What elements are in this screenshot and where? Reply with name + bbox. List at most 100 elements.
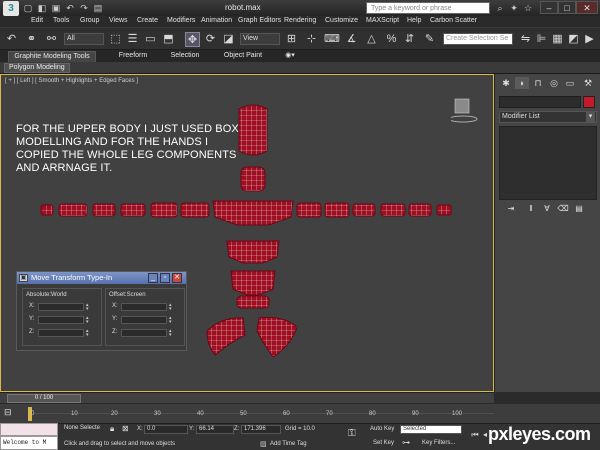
redo-icon[interactable]: ↷ xyxy=(78,2,90,14)
curve-editor-icon[interactable]: ⊟ xyxy=(4,407,18,419)
off-y-spinner[interactable]: ▴ ▾ xyxy=(169,316,175,325)
object-name-field[interactable] xyxy=(499,96,581,108)
abs-z-field[interactable] xyxy=(38,329,84,337)
configure-modifier-sets-icon[interactable]: ▤ xyxy=(573,203,585,214)
pin-stack-icon[interactable]: ⇥ xyxy=(505,203,517,214)
show-end-result-icon[interactable]: ‖ xyxy=(525,203,537,214)
y-coord-field[interactable]: 66.14 xyxy=(196,425,234,434)
select-object-icon[interactable]: ⬚ xyxy=(108,32,123,47)
tab-polygon-modeling[interactable]: Polygon Modeling xyxy=(4,63,70,73)
create-panel-icon[interactable]: ✱ xyxy=(499,77,513,89)
window-crossing-icon[interactable]: ⬒ xyxy=(161,32,176,47)
hierarchy-panel-icon[interactable]: ⊓ xyxy=(531,77,545,89)
selection-filter-dropdown[interactable]: All xyxy=(64,33,104,45)
go-to-start-icon[interactable]: ⏮ xyxy=(470,430,480,440)
track-bar[interactable]: ⊟ xyxy=(0,403,600,423)
off-z-spinner[interactable]: ▴ ▾ xyxy=(169,329,175,338)
off-x-field[interactable] xyxy=(121,303,167,311)
render-setup-icon[interactable]: ◩ xyxy=(566,32,581,47)
menu-rendering[interactable]: Rendering xyxy=(284,17,316,24)
new-file-icon[interactable]: ▢ xyxy=(22,2,34,14)
abs-x-spinner[interactable]: ▴ ▾ xyxy=(86,303,92,312)
menu-customize[interactable]: Customize xyxy=(325,17,358,24)
menu-graph-editors[interactable]: Graph Editors xyxy=(238,17,281,24)
chevron-down-icon[interactable]: ▾ xyxy=(586,112,595,122)
close-button[interactable]: ✕ xyxy=(576,1,598,14)
select-scale-icon[interactable]: ◪ xyxy=(221,32,236,47)
app-logo-button[interactable]: 3 xyxy=(3,1,19,16)
named-selection-dropdown[interactable]: Create Selection Se xyxy=(443,33,513,45)
time-tag-icon[interactable]: ▨ xyxy=(260,440,267,448)
unlink-icon[interactable]: ⚯ xyxy=(44,32,59,47)
ribbon-options-icon[interactable]: ◉▾ xyxy=(282,51,298,62)
display-panel-icon[interactable]: ▭ xyxy=(563,77,577,89)
manipulate-icon[interactable]: ⊹ xyxy=(304,32,319,47)
key-filters-button[interactable]: Key Filters... xyxy=(422,440,455,446)
select-rotate-icon[interactable]: ⟳ xyxy=(203,32,218,47)
maxscript-mini-listener[interactable]: Welcome to M xyxy=(0,436,58,450)
key-mode-icon[interactable]: ⊶ xyxy=(402,438,410,447)
pivot-center-icon[interactable]: ⊞ xyxy=(284,32,299,47)
dialog-maximize-button[interactable]: ▫ xyxy=(160,273,170,283)
absolute-mode-icon[interactable]: ⊠ xyxy=(122,424,129,433)
search-icon[interactable]: ⌕ xyxy=(494,2,506,14)
project-folder-icon[interactable]: ▤ xyxy=(92,2,104,14)
modifier-stack[interactable] xyxy=(499,126,597,200)
info-icon[interactable]: ✦ xyxy=(508,2,520,14)
auto-key-button[interactable]: Auto Key xyxy=(370,426,394,432)
dialog-title-bar[interactable]: ▣ Move Transform Type-In _ ▫ ✕ xyxy=(17,272,186,284)
menu-modifiers[interactable]: Modifiers xyxy=(167,17,195,24)
menu-group[interactable]: Group xyxy=(80,17,99,24)
key-icon[interactable]: ⚿ xyxy=(348,428,356,439)
z-coord-field[interactable]: 171.396 xyxy=(241,425,281,434)
mirror-icon[interactable]: ⇋ xyxy=(518,32,533,47)
minimize-button[interactable]: – xyxy=(540,1,558,14)
maxscript-listener-pink[interactable] xyxy=(0,423,58,436)
tab-selection[interactable]: Selection xyxy=(163,51,207,62)
menu-tools[interactable]: Tools xyxy=(53,17,69,24)
save-file-icon[interactable]: ▣ xyxy=(50,2,62,14)
menu-edit[interactable]: Edit xyxy=(31,17,43,24)
tab-object-paint[interactable]: Object Paint xyxy=(218,51,268,62)
rect-selection-icon[interactable]: ▭ xyxy=(143,32,158,47)
tab-graphite-modeling-tools[interactable]: Graphite Modeling Tools xyxy=(8,51,96,62)
lock-selection-icon[interactable]: 🔒︎ xyxy=(110,424,114,434)
tab-freeform[interactable]: Freeform xyxy=(110,51,156,62)
percent-snap-icon[interactable]: % xyxy=(384,32,399,47)
make-unique-icon[interactable]: ∀ xyxy=(541,203,553,214)
abs-z-spinner[interactable]: ▴ ▾ xyxy=(86,329,92,338)
angle-snap-icon[interactable]: △ xyxy=(364,32,379,47)
menu-animation[interactable]: Animation xyxy=(201,17,232,24)
set-key-button[interactable]: Set Key xyxy=(373,440,394,446)
menu-create[interactable]: Create xyxy=(137,17,158,24)
off-x-spinner[interactable]: ▴ ▾ xyxy=(169,303,175,312)
layer-manager-icon[interactable]: ▦ xyxy=(550,32,565,47)
menu-help[interactable]: Help xyxy=(407,17,421,24)
select-by-name-icon[interactable]: ☰ xyxy=(125,32,140,47)
menu-carbon-scatter[interactable]: Carbon Scatter xyxy=(430,17,477,24)
search-input[interactable]: Type a keyword or phrase xyxy=(366,2,490,14)
render-icon[interactable]: ▶ xyxy=(582,32,597,47)
add-time-tag-button[interactable]: Add Time Tag xyxy=(270,441,307,447)
select-link-icon[interactable]: ⚭ xyxy=(24,32,39,47)
modify-panel-icon[interactable]: ◗ xyxy=(515,77,529,89)
undo-icon[interactable]: ↶ xyxy=(64,2,76,14)
spinner-snap-icon[interactable]: ⇵ xyxy=(402,32,417,47)
left-viewport[interactable]: [ + ] [ Left ] [ Smooth + Highlights + E… xyxy=(0,74,494,392)
dialog-close-button[interactable]: ✕ xyxy=(172,273,182,283)
object-color-swatch[interactable] xyxy=(583,96,595,108)
edit-named-selection-icon[interactable]: ✎ xyxy=(422,32,437,47)
maximize-button[interactable]: □ xyxy=(558,1,576,14)
time-slider-thumb[interactable]: 0 / 100 xyxy=(7,394,81,403)
keyboard-shortcut-icon[interactable]: ⌨ xyxy=(324,32,340,47)
dialog-minimize-button[interactable]: _ xyxy=(148,273,158,283)
auto-key-selection-dropdown[interactable]: Selected xyxy=(400,425,462,434)
abs-y-field[interactable] xyxy=(38,316,84,324)
move-transform-dialog[interactable]: ▣ Move Transform Type-In _ ▫ ✕ Absolute:… xyxy=(16,271,187,351)
menu-maxscript[interactable]: MAXScript xyxy=(366,17,399,24)
reference-coordinate-dropdown[interactable]: View xyxy=(240,33,280,45)
time-slider[interactable]: 0 / 100 xyxy=(0,392,494,403)
remove-modifier-icon[interactable]: ⌫ xyxy=(557,203,569,214)
select-move-icon[interactable]: ✥ xyxy=(185,32,200,47)
star-icon[interactable]: ☆ xyxy=(522,2,534,14)
